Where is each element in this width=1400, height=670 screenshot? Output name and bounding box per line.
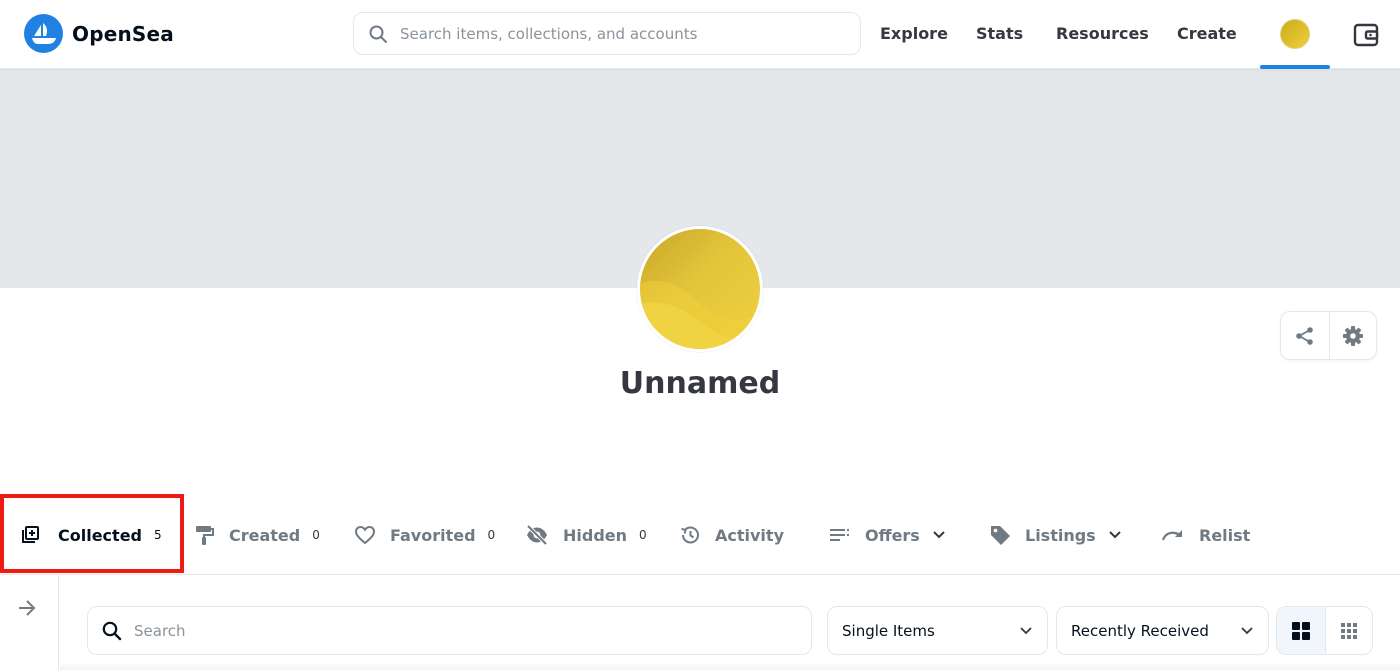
profile-tabs: Collected 5 Created 0 Favorited 0 Hidden… [0,496,1400,574]
history-icon [681,526,699,544]
sort-select[interactable]: Recently Received [1056,606,1269,655]
global-search[interactable] [353,12,861,55]
offers-list-icon [830,529,849,541]
item-type-select[interactable]: Single Items [827,606,1048,655]
tab-favorited-count: 0 [487,528,496,542]
tab-offers[interactable]: Offers [829,496,946,574]
profile-avatar [637,226,763,352]
chevron-down-icon [1019,626,1033,636]
tab-hidden-label: Hidden [563,525,628,545]
chevron-down-icon [1240,626,1254,636]
content-edge-shadow [60,662,1400,670]
tag-icon [991,526,1010,545]
tab-activity-label: Activity [715,525,784,545]
nav-explore[interactable]: Explore [880,24,948,43]
opensea-logo[interactable]: OpenSea [24,14,174,53]
grid-small-icon [1340,622,1357,639]
tab-offers-label: Offers [865,525,920,545]
heart-icon [354,525,376,545]
tab-created[interactable]: Created 0 [193,496,320,574]
nav-stats[interactable]: Stats [976,24,1023,43]
nav-create[interactable]: Create [1177,24,1237,43]
tab-favorited-label: Favorited [390,525,476,545]
collected-icon [22,526,39,543]
item-type-value: Single Items [842,621,935,640]
active-nav-indicator [1260,65,1330,69]
tabs-divider [0,574,1400,575]
tab-collected-count: 5 [154,528,162,542]
redo-icon [1161,530,1182,541]
tab-created-label: Created [229,525,301,545]
tab-collected-label: Collected [58,525,142,545]
tab-favorited[interactable]: Favorited 0 [354,496,495,574]
tab-hidden-count: 0 [639,528,647,542]
tab-listings[interactable]: Listings [989,496,1122,574]
grid-large-button[interactable] [1277,607,1325,654]
user-avatar[interactable] [1280,19,1310,49]
tab-listings-label: Listings [1025,525,1096,545]
opensea-boat-icon [24,14,63,53]
top-nav-bar: OpenSea Explore Stats Resources Create [0,0,1400,69]
tab-collected[interactable]: Collected 5 [20,496,162,574]
tab-hidden[interactable]: Hidden 0 [525,496,647,574]
sort-value: Recently Received [1071,621,1209,640]
tab-relist[interactable]: Relist [1161,496,1250,574]
tab-created-count: 0 [312,528,320,542]
view-mode-toggle [1276,606,1373,655]
grid-small-button[interactable] [1324,607,1373,654]
share-button[interactable] [1281,312,1329,359]
share-icon [1295,326,1313,345]
profile-actions [1280,311,1377,360]
brand-name: OpenSea [72,21,174,46]
filter-sidebar-toggle [0,575,59,670]
grid-large-icon [1291,621,1310,640]
search-icon [368,24,388,44]
tab-activity[interactable]: Activity [679,496,784,574]
tab-relist-label: Relist [1199,525,1251,545]
arrow-right-icon[interactable] [16,597,38,619]
items-search-input[interactable] [134,621,774,640]
items-search[interactable] [87,606,812,655]
wallet-icon[interactable] [1352,21,1380,49]
chevron-down-icon [932,530,946,540]
global-search-input[interactable] [400,24,840,43]
eye-off-icon [526,524,548,546]
chevron-down-icon [1108,530,1122,540]
settings-button[interactable] [1328,312,1377,359]
paint-roller-icon [196,526,214,545]
nav-resources[interactable]: Resources [1056,24,1149,43]
search-icon [102,621,122,641]
gear-icon [1342,325,1363,346]
profile-name: Unnamed [619,366,781,401]
